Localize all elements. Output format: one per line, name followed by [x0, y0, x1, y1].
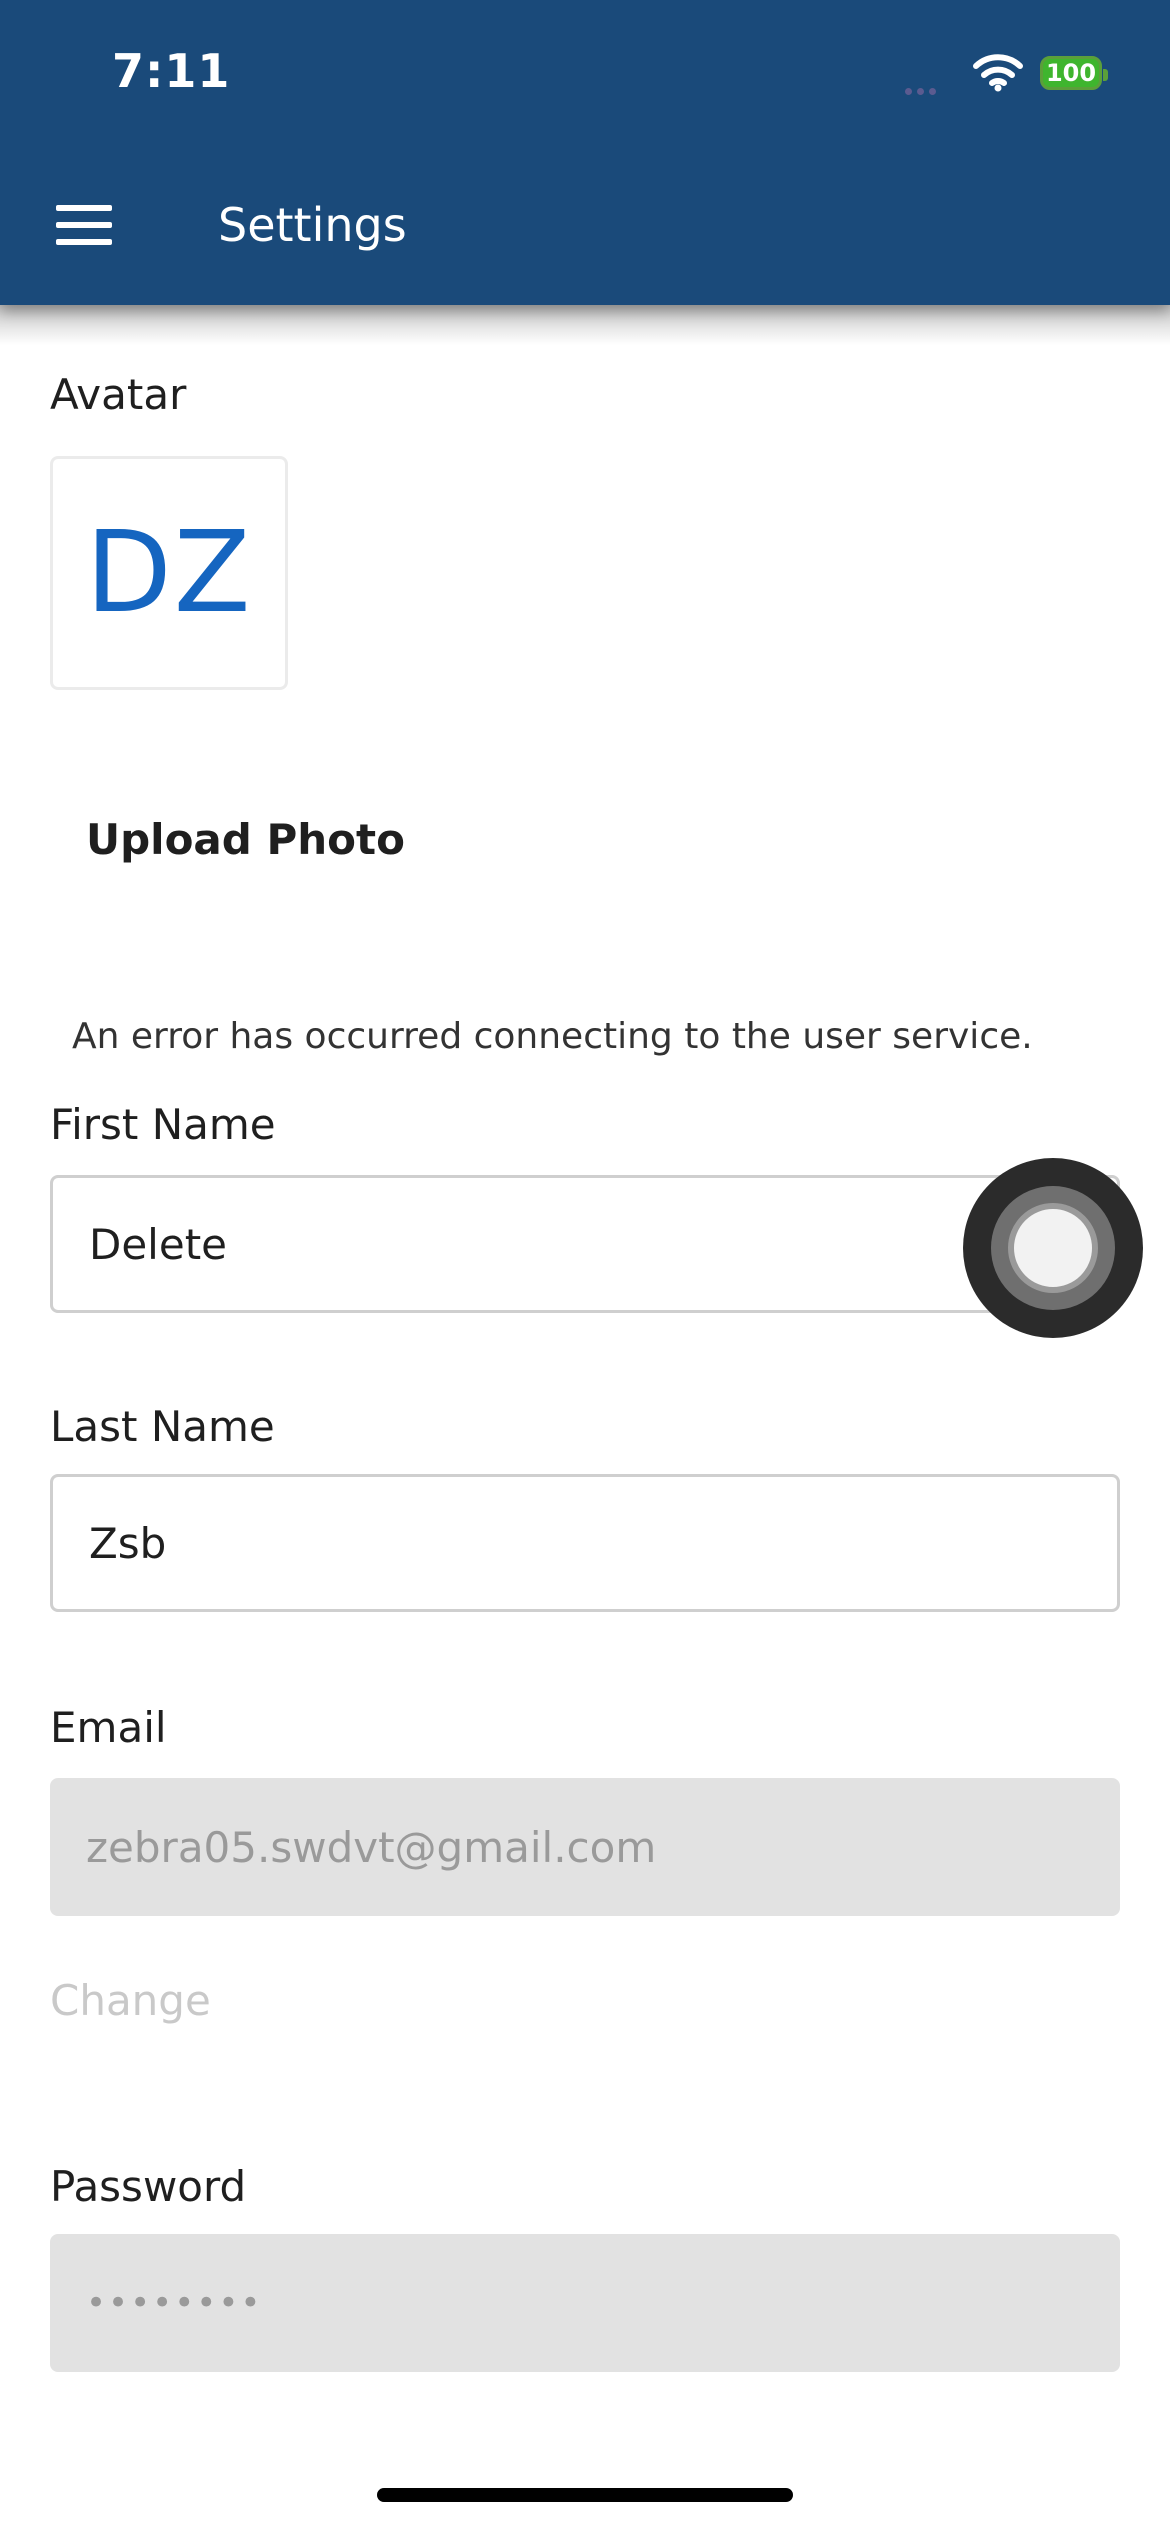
error-message: An error has occurred connecting to the …	[72, 1016, 1033, 1057]
home-indicator	[377, 2488, 793, 2502]
avatar-label: Avatar	[50, 370, 187, 419]
last-name-label: Last Name	[50, 1402, 275, 1451]
app-bar-shadow	[0, 305, 1170, 345]
cellular-signal-icon	[905, 80, 947, 95]
first-name-field[interactable]: Delete	[50, 1175, 1120, 1313]
page-title: Settings	[218, 198, 407, 252]
app-bar: 7:11 100 Settings	[0, 0, 1170, 305]
first-name-label: First Name	[50, 1100, 276, 1149]
status-time: 7:11	[112, 44, 231, 98]
battery-icon: 100	[1040, 56, 1108, 90]
email-field: zebra05.swdvt@gmail.com	[50, 1778, 1120, 1916]
touch-indicator	[963, 1158, 1143, 1338]
hamburger-menu-icon[interactable]	[56, 205, 112, 247]
avatar: DZ	[50, 456, 288, 690]
avatar-initials: DZ	[85, 508, 253, 638]
wifi-icon	[973, 54, 1023, 92]
upload-photo-button[interactable]: Upload Photo	[86, 815, 405, 864]
last-name-field[interactable]: Zsb	[50, 1474, 1120, 1612]
email-label: Email	[50, 1703, 167, 1752]
password-field: ••••••••	[50, 2234, 1120, 2372]
change-email-link[interactable]: Change	[50, 1976, 211, 2025]
password-label: Password	[50, 2162, 247, 2211]
